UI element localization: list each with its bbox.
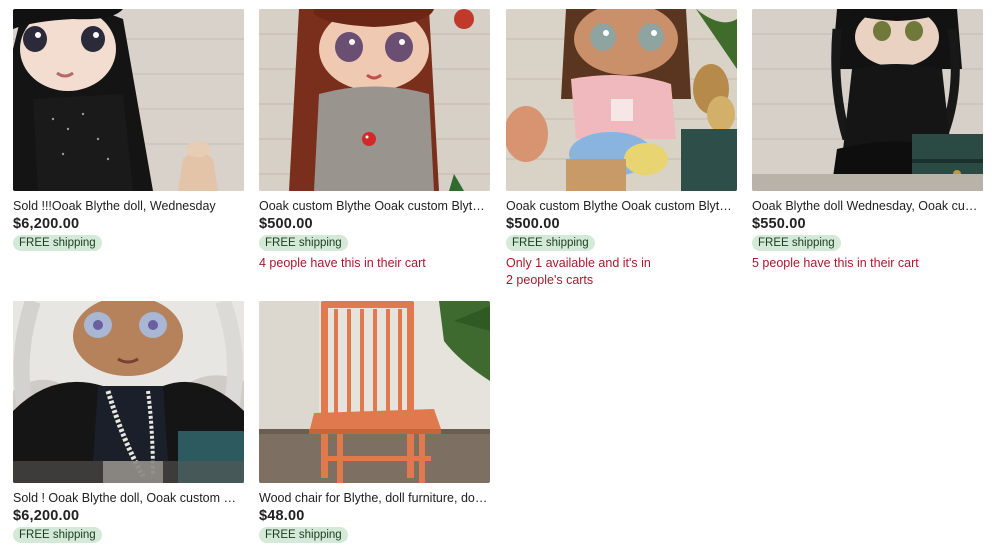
listing-image[interactable] — [752, 9, 983, 191]
chair-photo — [259, 301, 490, 483]
doll-photo-silver-hair — [13, 301, 244, 483]
listing-title[interactable]: Sold !!!Ooak Blythe doll, Wednesday — [13, 199, 244, 214]
listing-card[interactable]: Wood chair for Blythe, doll furniture, d… — [259, 301, 490, 543]
listing-image[interactable] — [13, 9, 244, 191]
listing-price: $500.00 — [259, 216, 313, 232]
listing-card[interactable]: Ooak custom Blythe Ooak custom Blythe do… — [259, 9, 490, 272]
listing-image[interactable] — [259, 301, 490, 483]
cart-note-line1: Only 1 available and it's in — [506, 256, 651, 270]
listing-title[interactable]: Wood chair for Blythe, doll furniture, d… — [259, 491, 490, 506]
listing-card[interactable]: Ooak custom Blythe Ooak custom Blythe do… — [506, 9, 737, 289]
listing-price: $6,200.00 — [13, 216, 80, 232]
listing-card[interactable]: Sold !!!Ooak Blythe doll, Wednesday $6,2… — [13, 9, 244, 251]
doll-photo-toys — [506, 9, 737, 191]
free-shipping-badge: FREE shipping — [259, 235, 348, 251]
listing-image[interactable] — [13, 301, 244, 483]
doll-photo-wednesday — [13, 9, 244, 191]
listing-price: $6,200.00 — [13, 508, 80, 524]
listing-title[interactable]: Ooak custom Blythe Ooak custom Blythe do… — [506, 199, 737, 214]
cart-note-line2: 2 people's carts — [506, 273, 594, 287]
free-shipping-badge: FREE shipping — [13, 527, 102, 543]
cart-demand-note: Only 1 available and it's in 2 people's … — [506, 255, 737, 289]
listing-image[interactable] — [259, 9, 490, 191]
free-shipping-badge: FREE shipping — [752, 235, 841, 251]
listing-grid: Sold !!!Ooak Blythe doll, Wednesday $6,2… — [0, 0, 992, 550]
listing-title[interactable]: Ooak Blythe doll Wednesday, Ooak custom … — [752, 199, 983, 214]
listing-card[interactable]: Ooak Blythe doll Wednesday, Ooak custom … — [752, 9, 983, 272]
doll-photo-red-hair — [259, 9, 490, 191]
listing-title[interactable]: Ooak custom Blythe Ooak custom Blythe do… — [259, 199, 490, 214]
free-shipping-badge: FREE shipping — [506, 235, 595, 251]
cart-demand-note: 4 people have this in their cart — [259, 256, 426, 270]
doll-photo-braids — [752, 9, 983, 191]
listing-price: $550.00 — [752, 216, 806, 232]
listing-title[interactable]: Sold ! Ooak Blythe doll, Ooak custom Bly… — [13, 491, 244, 506]
free-shipping-badge: FREE shipping — [13, 235, 102, 251]
listing-image[interactable] — [506, 9, 737, 191]
listing-price: $48.00 — [259, 508, 305, 524]
listing-card[interactable]: Sold ! Ooak Blythe doll, Ooak custom Bly… — [13, 301, 244, 543]
cart-demand-note: 5 people have this in their cart — [752, 256, 919, 270]
listing-price: $500.00 — [506, 216, 560, 232]
free-shipping-badge: FREE shipping — [259, 527, 348, 543]
